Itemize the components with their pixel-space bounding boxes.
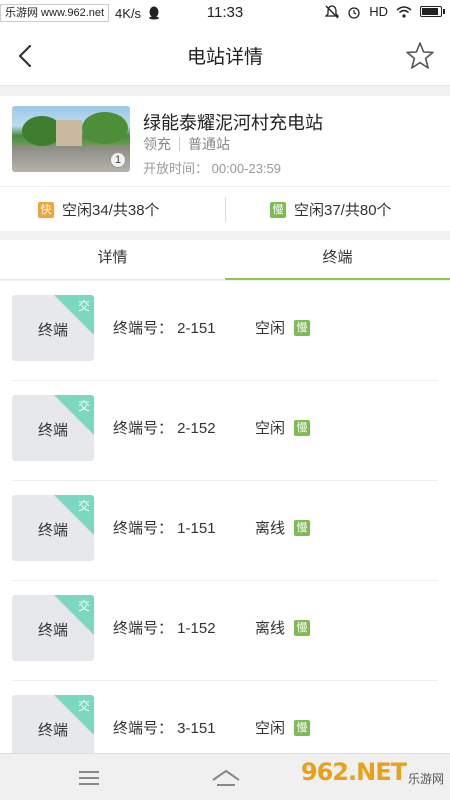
alarm-icon (348, 6, 360, 19)
station-operator: 领充 (143, 136, 171, 152)
list-item[interactable]: 交 终端 终端号： 2-151 空闲 慢 (0, 281, 450, 381)
fast-availability-text: 空闲34/共38个 (62, 202, 160, 219)
battery-icon (420, 6, 445, 17)
app-header: 电站详情 (0, 26, 450, 86)
slow-tag: 慢 (270, 201, 286, 218)
terminal-thumbnail: 交 终端 (12, 695, 94, 753)
status-bar-right: HD (325, 4, 445, 19)
mute-icon (325, 4, 340, 18)
slow-tag: 慢 (294, 720, 310, 736)
terminal-thumbnail: 交 终端 (12, 495, 94, 561)
terminal-number: 终端号： 1-151 (113, 520, 216, 537)
home-icon[interactable] (210, 766, 242, 790)
slow-tag: 慢 (294, 620, 310, 636)
list-item[interactable]: 交 终端 终端号： 1-152 离线 慢 (0, 581, 450, 681)
station-name: 绿能泰耀泥河村充电站 (143, 113, 323, 133)
ac-label: 交 (77, 299, 90, 313)
fast-tag: 快 (38, 201, 54, 218)
slow-tag: 慢 (294, 520, 310, 536)
terminal-status: 空闲 (255, 320, 286, 337)
terminal-thumbnail: 交 终端 (12, 395, 94, 461)
slow-availability-text: 空闲37/共80个 (294, 202, 392, 219)
list-item[interactable]: 交 终端 终端号： 2-152 空闲 慢 (0, 381, 450, 481)
tab-bar: 详情 终端 (0, 240, 450, 280)
terminal-list: 交 终端 终端号： 2-151 空闲 慢 交 终端 终端号： 2-152 空闲 … (0, 281, 450, 753)
divider (225, 197, 226, 222)
terminal-thumbnail: 交 终端 (12, 595, 94, 661)
station-hours: 开放时间： 00:00-23:59 (143, 161, 282, 176)
slow-tag: 慢 (294, 420, 310, 436)
fast-availability: 快 空闲34/共38个 (38, 187, 160, 232)
menu-icon[interactable] (76, 766, 102, 790)
ac-label: 交 (77, 699, 90, 713)
slow-tag: 慢 (294, 320, 310, 336)
terminal-status: 离线 (255, 520, 286, 537)
watermark-logo: 962.NET (300, 757, 407, 786)
terminal-number: 终端号： 2-151 (113, 320, 216, 337)
terminal-box-label: 终端 (37, 422, 68, 439)
tag-separator (179, 137, 180, 151)
network-type: HD (369, 4, 388, 19)
station-type: 普通站 (188, 136, 230, 152)
ac-label: 交 (77, 399, 90, 413)
terminal-status: 空闲 (255, 720, 286, 737)
terminal-number: 终端号： 2-152 (113, 420, 216, 437)
system-nav-bar: 962.NET 乐游网 (0, 753, 450, 800)
wifi-icon (396, 6, 412, 18)
photo-building (56, 120, 82, 146)
star-icon[interactable] (404, 40, 436, 72)
terminal-box-label: 终端 (37, 622, 68, 639)
list-item[interactable]: 交 终端 终端号： 1-151 离线 慢 (0, 481, 450, 581)
station-photo[interactable]: 1 (12, 106, 130, 172)
terminal-number: 终端号： 1-152 (113, 620, 216, 637)
tab-terminals[interactable]: 终端 (225, 240, 450, 280)
page-title: 电站详情 (186, 47, 263, 68)
watermark: 962.NET 乐游网 (301, 756, 444, 787)
status-bar: 乐游网 www.962.net 4K/s 11:33 HD (0, 0, 450, 26)
terminal-box-label: 终端 (37, 722, 68, 739)
ac-label: 交 (77, 499, 90, 513)
terminal-thumbnail: 交 终端 (12, 295, 94, 361)
image-count-badge: 1 (110, 152, 126, 168)
ac-label: 交 (77, 599, 90, 613)
tab-details[interactable]: 详情 (0, 240, 225, 280)
terminal-status: 空闲 (255, 420, 286, 437)
watermark-sub: 乐游网 (407, 772, 444, 786)
terminal-box-label: 终端 (37, 522, 68, 539)
station-card: 1 绿能泰耀泥河村充电站 领充 普通站 开放时间： 00:00-23:59 (0, 96, 450, 186)
terminal-number: 终端号： 3-151 (113, 720, 216, 737)
photo-tree (82, 112, 128, 144)
availability-bar: 快 空闲34/共38个 慢 空闲37/共80个 (0, 186, 450, 231)
terminal-box-label: 终端 (37, 322, 68, 339)
slow-availability: 慢 空闲37/共80个 (270, 187, 392, 232)
station-tags: 领充 普通站 (143, 134, 230, 154)
list-item[interactable]: 交 终端 终端号： 3-151 空闲 慢 (0, 681, 450, 753)
terminal-status: 离线 (255, 620, 286, 637)
